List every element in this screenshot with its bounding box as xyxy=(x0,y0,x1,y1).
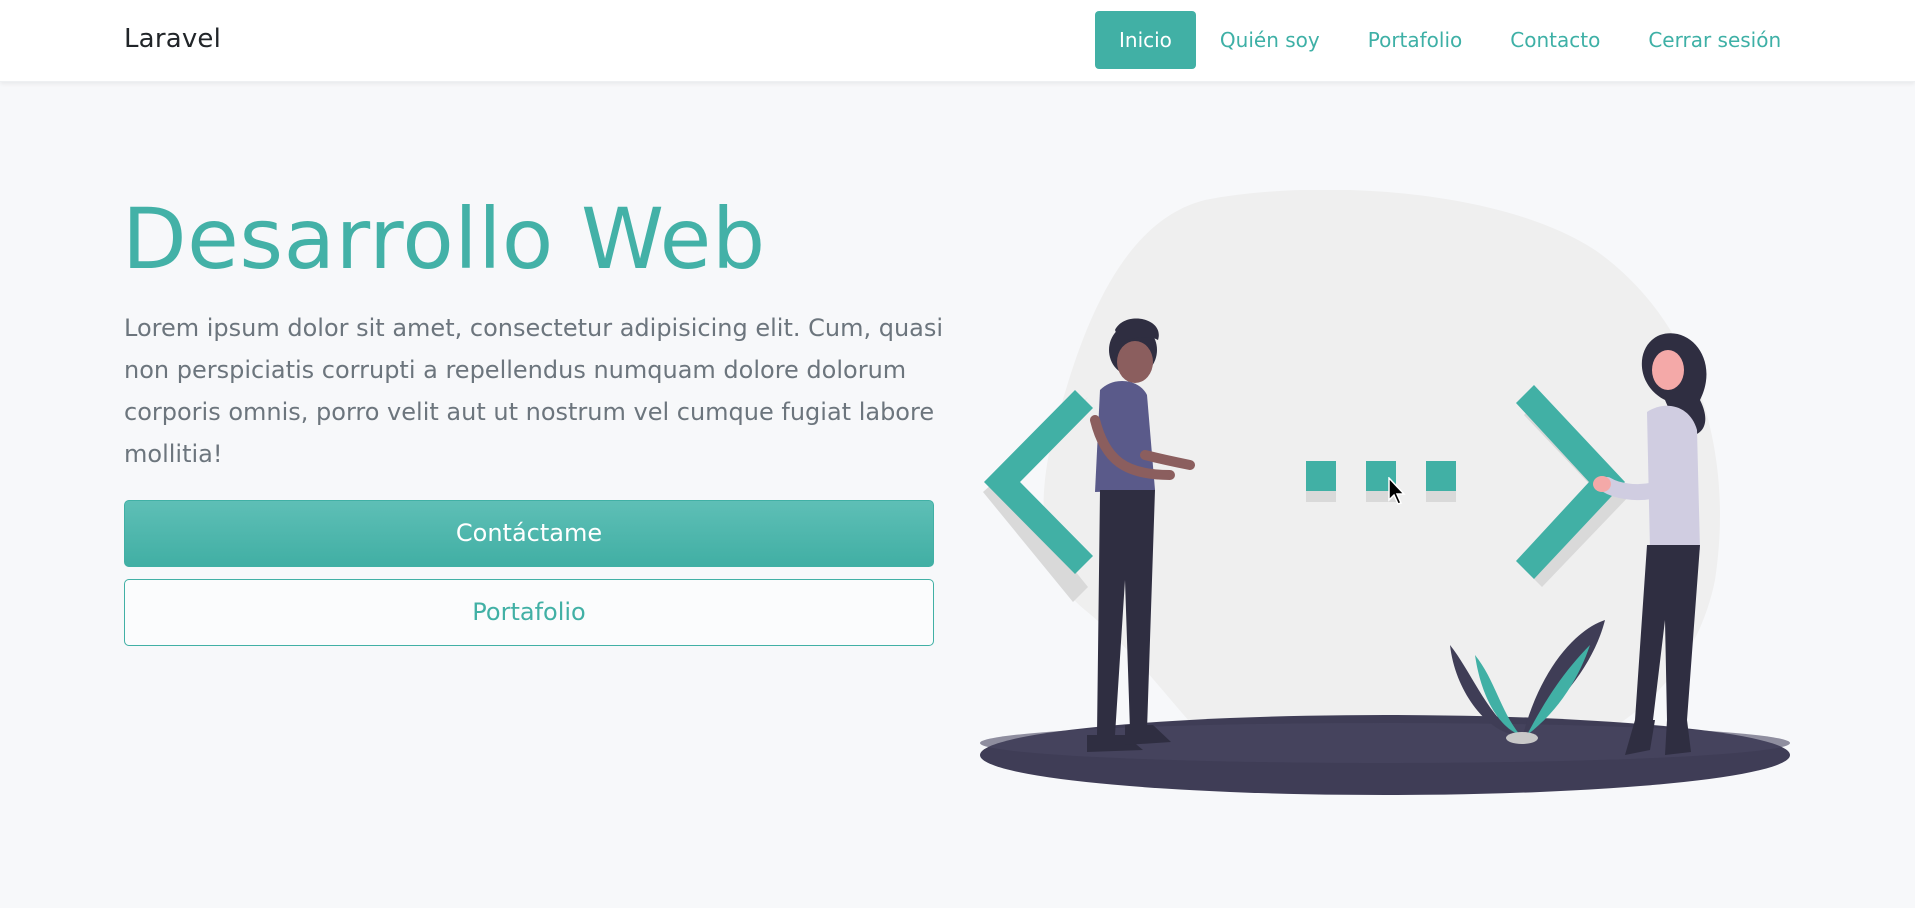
nav-link-portafolio[interactable]: Portafolio xyxy=(1344,11,1487,69)
brand-logo[interactable]: Laravel xyxy=(124,24,221,54)
portfolio-button[interactable]: Portafolio xyxy=(124,579,934,646)
nav-link-cerrar-sesion[interactable]: Cerrar sesión xyxy=(1624,11,1805,69)
nav-link-quien-soy[interactable]: Quién soy xyxy=(1196,11,1344,69)
hero-description: Lorem ipsum dolor sit amet, consectetur … xyxy=(124,314,944,468)
main-nav: Inicio Quién soy Portafolio Contacto Cer… xyxy=(1095,11,1805,69)
nav-link-inicio[interactable]: Inicio xyxy=(1095,11,1196,69)
dot-icon xyxy=(1306,461,1336,491)
nav-link-contacto[interactable]: Contacto xyxy=(1486,11,1624,69)
dot-icon xyxy=(1426,461,1456,491)
navbar: Laravel Inicio Quién soy Portafolio Cont… xyxy=(0,0,1915,82)
mouse-cursor-icon xyxy=(1388,477,1406,505)
contact-button[interactable]: Contáctame xyxy=(124,500,934,567)
hero-title: Desarrollo Web xyxy=(122,190,766,288)
